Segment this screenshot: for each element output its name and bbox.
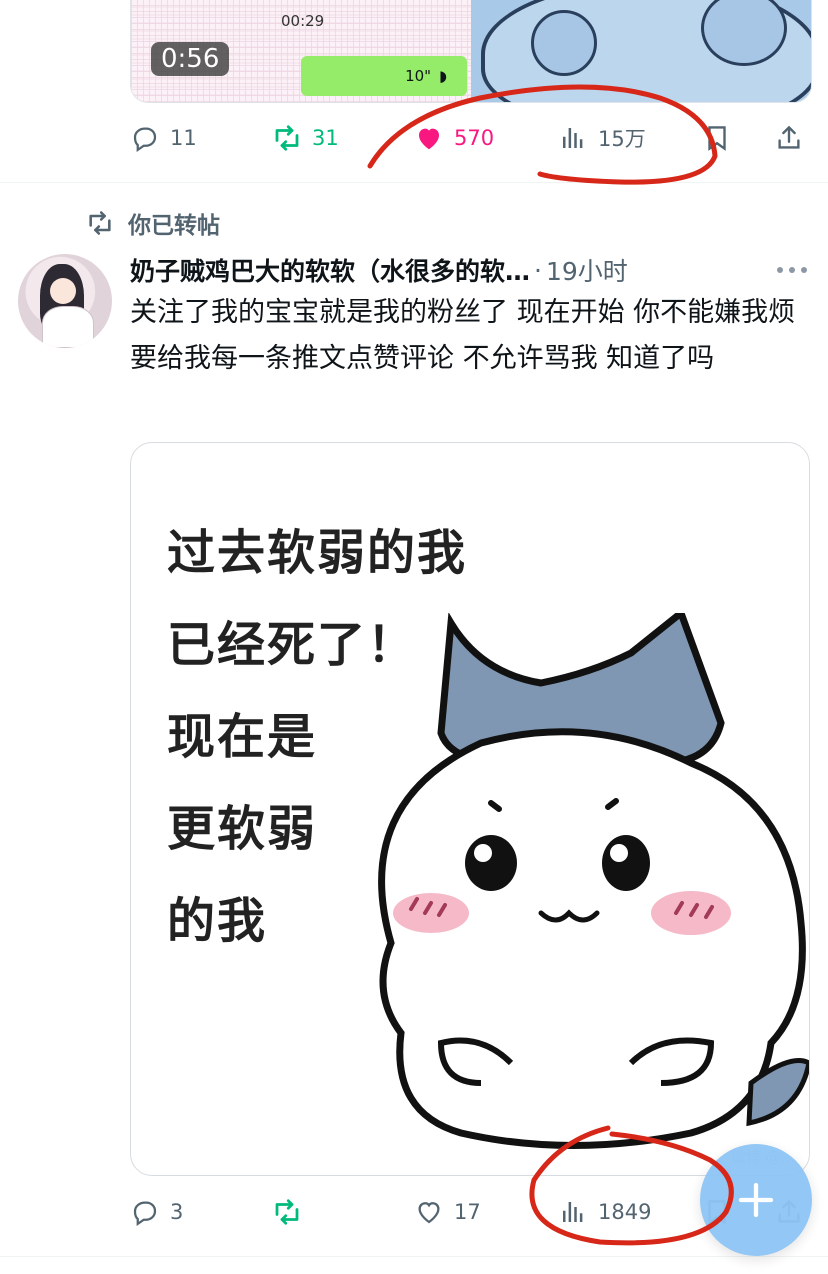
tweet-divider [0, 1256, 828, 1257]
chiikawa-illustration [378, 613, 809, 1149]
separator-dot: · [534, 255, 542, 285]
avatar[interactable] [18, 254, 112, 348]
timestamp[interactable]: 19小时 [546, 252, 628, 288]
previous-tweet-actions: 11 31 570 15万 [130, 118, 810, 158]
views-button[interactable]: 15万 [558, 118, 646, 158]
ellipsis-icon[interactable] [774, 258, 810, 282]
speech-bubble-icon [133, 127, 157, 153]
reply-count: 3 [170, 1200, 184, 1224]
voice-length-label: 10" [405, 67, 432, 85]
timeline: 00:29 0:56 10" ◗ 11 31 570 15万 你已转帖 奶子贼鸡… [0, 0, 828, 1274]
tweet-text: 关注了我的宝宝就是我的粉丝了 现在开始 你不能嫌我烦 要给我每一条推文点赞评论 … [130, 297, 796, 374]
tweet-divider [0, 182, 828, 183]
repost-button[interactable]: 31 [272, 118, 339, 158]
like-button[interactable]: 17 [414, 1192, 481, 1232]
views-button[interactable]: 1849 [558, 1192, 651, 1232]
reply-button[interactable]: 3 [130, 1192, 183, 1232]
chat-screenshot-video[interactable]: 00:29 0:56 10" ◗ [131, 0, 471, 102]
like-count: 570 [454, 126, 495, 150]
bar-chart-icon [563, 1202, 583, 1222]
share-button[interactable] [774, 118, 804, 158]
heart-icon [419, 128, 439, 150]
reply-button[interactable]: 11 [130, 118, 197, 158]
reply-count: 11 [170, 126, 197, 150]
bookmark-icon [708, 126, 726, 151]
plus-icon [738, 1182, 774, 1218]
share-upload-icon [778, 125, 800, 149]
view-count: 1849 [598, 1200, 652, 1224]
author-name[interactable]: 奶子贼鸡巴大的软软（水很多的软… [130, 252, 530, 288]
repost-count: 31 [312, 126, 339, 150]
tweet-header: 奶子贼鸡巴大的软软（水很多的软… · 19小时 [130, 250, 820, 290]
bookmark-button[interactable] [702, 118, 732, 158]
repost-arrows-icon [275, 1199, 299, 1225]
heart-icon [418, 1202, 440, 1224]
repost-notice-text: 你已转帖 [128, 213, 220, 239]
like-count: 17 [454, 1200, 481, 1224]
view-count: 15万 [598, 127, 646, 151]
bar-chart-icon [563, 128, 583, 148]
cartoon-image[interactable] [471, 0, 811, 102]
voice-wave-icon: ◗ [439, 67, 447, 85]
compose-button[interactable] [700, 1144, 812, 1256]
voice-message-bubble: 10" ◗ [301, 56, 467, 96]
cartoon-paw-left [531, 10, 597, 76]
repost-button[interactable] [272, 1192, 312, 1232]
like-button[interactable]: 570 [414, 118, 494, 158]
previous-tweet-media[interactable]: 00:29 0:56 10" ◗ [130, 0, 812, 103]
tweet-media-image[interactable]: 过去软弱的我 已经死了！ 现在是 更软弱 的我 [130, 442, 810, 1176]
video-duration-badge: 0:56 [151, 42, 230, 76]
repost-notice[interactable]: 你已转帖 [86, 206, 220, 240]
repost-arrows-icon [275, 125, 299, 151]
speech-bubble-icon [133, 1201, 157, 1227]
repost-arrows-icon [89, 211, 111, 235]
avatar-body [42, 306, 94, 348]
call-time-label: 00:29 [281, 12, 325, 30]
avatar-face [50, 278, 76, 304]
